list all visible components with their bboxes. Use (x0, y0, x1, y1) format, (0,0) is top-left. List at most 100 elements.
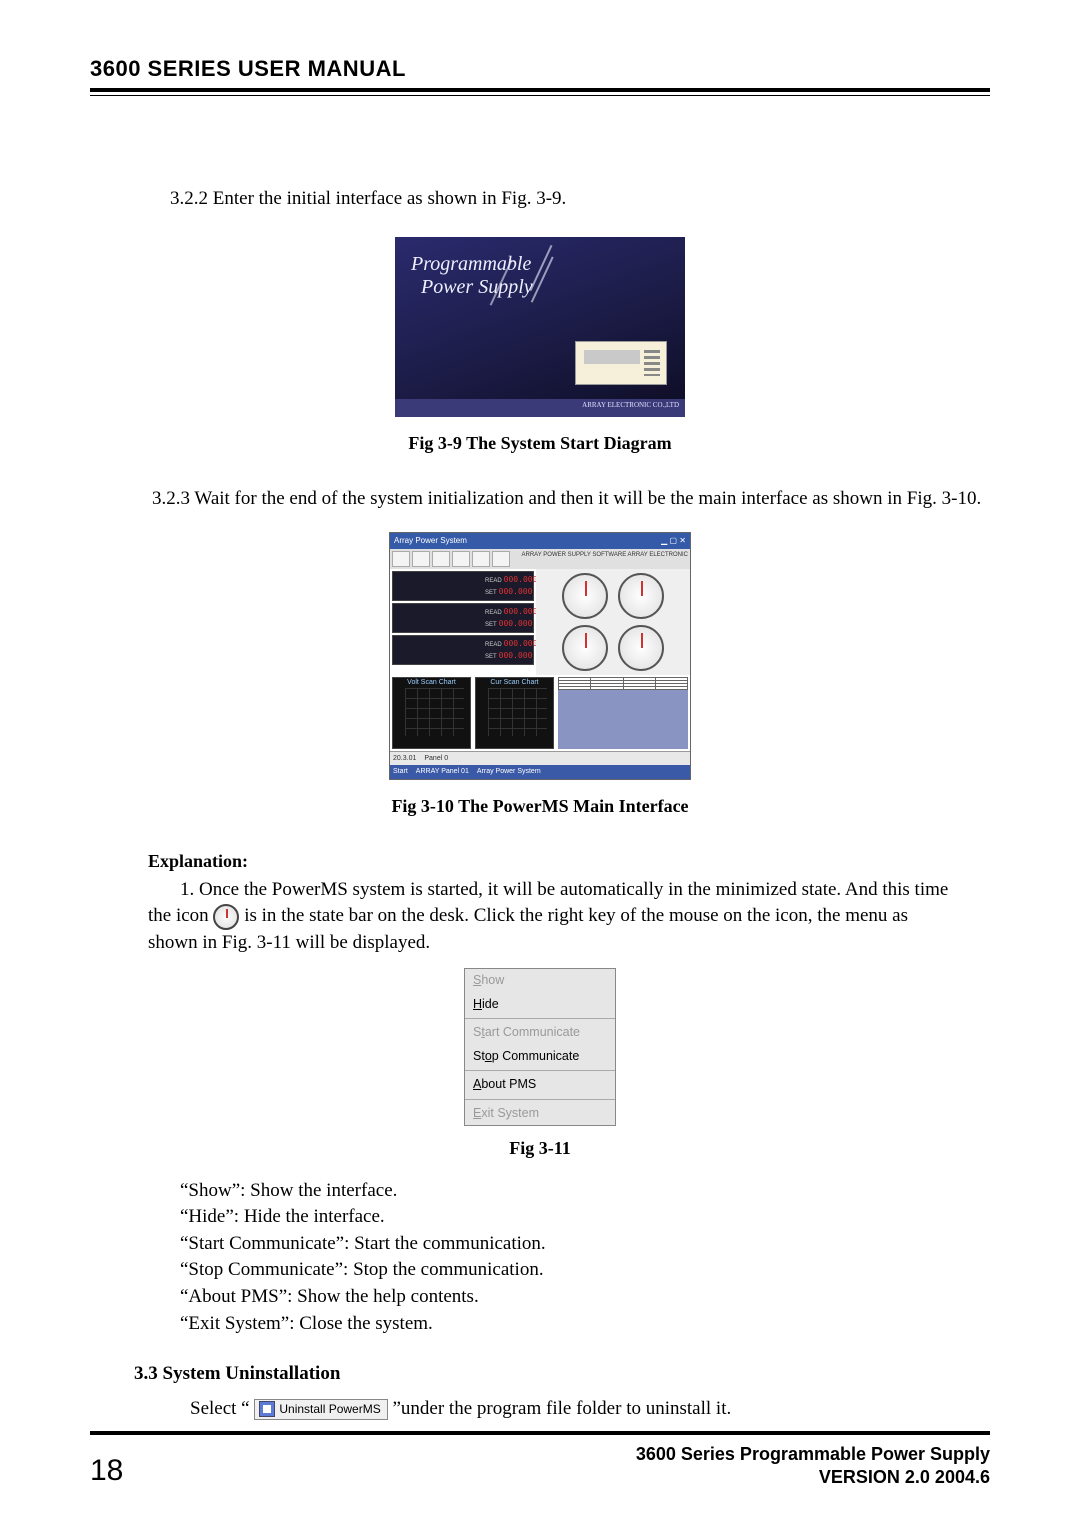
device-graphic (575, 341, 667, 385)
splash-title-line1: Programmable (411, 253, 531, 275)
fig310-side-table (558, 677, 688, 749)
menu-separator (465, 1070, 615, 1071)
body: 3.2.2 Enter the initial interface as sho… (90, 96, 990, 1422)
toolbar-button[interactable] (452, 551, 470, 567)
toolbar-button[interactable] (432, 551, 450, 567)
gauge-icon (618, 625, 664, 671)
label: art Communicate (485, 1025, 580, 1039)
uninstall-label: Uninstall PowerMS (279, 1401, 380, 1418)
status-segment: Panel 0 (424, 754, 448, 764)
figure-3-10-window: Array Power System ▁ ▢ ✕ ARRAY POWER SUP… (389, 532, 691, 780)
menu-item-about-pms[interactable]: About PMS (465, 1073, 615, 1097)
footer-product-line: 3600 Series Programmable Power Supply (636, 1443, 990, 1466)
readout-value: 000.000 (499, 587, 533, 596)
gauge-icon (618, 573, 664, 619)
label: St (473, 1049, 485, 1063)
fig310-left-readouts: READ000.000 SET000.000 READ000.000 SET00… (390, 569, 536, 675)
uninstall-powerms-item[interactable]: Uninstall PowerMS (254, 1399, 387, 1420)
menu-item-hide[interactable]: Hide (465, 993, 615, 1017)
fig310-window-title: Array Power System (394, 535, 467, 546)
footer: 18 3600 Series Programmable Power Supply… (90, 1428, 990, 1488)
explanation-line-1a: 1. Once the PowerMS system is started, i… (90, 877, 990, 904)
para-3-2-2: 3.2.2 Enter the initial interface as sho… (90, 186, 990, 213)
para-3-2-3: 3.2.3 Wait for the end of the system ini… (90, 486, 990, 513)
text: ”under the program file folder to uninst… (392, 1398, 731, 1419)
figure-3-9-caption: Fig 3-9 The System Start Diagram (90, 431, 990, 456)
menu-item-stop-communicate[interactable]: Stop Communicate (465, 1045, 615, 1069)
page-number: 18 (90, 1454, 123, 1488)
tray-gauge-icon (213, 904, 239, 930)
figure-3-11-caption: Fig 3-11 (90, 1136, 990, 1161)
menu-separator (465, 1018, 615, 1019)
figure-3-10-caption: Fig 3-10 The PowerMS Main Interface (90, 794, 990, 819)
toolbar-button[interactable] (392, 551, 410, 567)
page: 3600 SERIES USER MANUAL 3.2.2 Enter the … (0, 0, 1080, 1528)
doc-header-title: 3600 SERIES USER MANUAL (90, 56, 990, 82)
menu-item-start-communicate[interactable]: Start Communicate (465, 1021, 615, 1045)
section-3-3-body: Select “ Uninstall PowerMS ”under the pr… (90, 1396, 990, 1423)
splash-title-line2: Power Supply (421, 276, 533, 298)
label: p Communicate (492, 1049, 580, 1063)
section-3-3-heading: 3.3 System Uninstallation (134, 1361, 990, 1388)
readout-value: 000.000 (499, 619, 533, 628)
menu-definition: “Show”: Show the interface. (90, 1178, 990, 1205)
figure-3-9-splash: Programmable Power Supply ARRAY ELECTRON… (395, 237, 685, 417)
readout-value: 000.000 (504, 639, 538, 648)
hotkey: H (473, 997, 482, 1011)
readout-value: 000.000 (499, 651, 533, 660)
menu-item-exit-system[interactable]: Exit System (465, 1102, 615, 1126)
label: bout PMS (481, 1077, 536, 1091)
readout-set-label: SET (485, 590, 497, 596)
fig310-right-header: ARRAY POWER SUPPLY SOFTWARE ARRAY ELECTR… (522, 551, 688, 567)
fig310-statusbar: 20.3.01 Panel 0 (390, 751, 690, 766)
explanation-line-1c: shown in Fig. 3-11 will be displayed. (90, 930, 990, 957)
fig310-taskbar: Start ARRAY Panel 01 Array Power System (390, 765, 690, 779)
readout-set-label: SET (485, 622, 497, 628)
menu-definition: “Stop Communicate”: Stop the communicati… (90, 1257, 990, 1284)
hotkey: o (485, 1049, 492, 1063)
explanation-line-1b: the icon is in the state bar on the desk… (90, 903, 990, 930)
label: xit System (481, 1106, 539, 1120)
taskbar-item[interactable]: Array Power System (477, 767, 541, 777)
splash-title: Programmable Power Supply (411, 253, 533, 299)
toolbar-button[interactable] (492, 551, 510, 567)
footer-rule-thick (90, 1432, 990, 1435)
toolbar-button[interactable] (472, 551, 490, 567)
figure-3-11-context-menu: Show Hide Start Communicate Stop Communi… (464, 968, 616, 1126)
cur-scan-chart: Cur Scan Chart (475, 677, 554, 749)
fig310-titlebar: Array Power System ▁ ▢ ✕ (390, 533, 690, 548)
header-rule-thick (90, 88, 990, 92)
chart-title: Volt Scan Chart (407, 679, 456, 686)
taskbar-item[interactable]: ARRAY Panel 01 (416, 767, 469, 777)
menu-item-show[interactable]: Show (465, 969, 615, 993)
label: how (481, 973, 504, 987)
fig310-right-dials (536, 569, 690, 675)
menu-definition: “Exit System”: Close the system. (90, 1311, 990, 1338)
chart-title: Cur Scan Chart (490, 679, 538, 686)
text: the icon (148, 905, 213, 926)
uninstall-icon (259, 1401, 275, 1417)
status-segment: 20.3.01 (393, 754, 416, 764)
gauge-icon (562, 625, 608, 671)
menu-definition: “Start Communicate”: Start the communica… (90, 1231, 990, 1258)
fig310-toolbar: ARRAY POWER SUPPLY SOFTWARE ARRAY ELECTR… (390, 549, 690, 569)
text: Select “ (190, 1398, 254, 1419)
taskbar-start[interactable]: Start (393, 767, 408, 777)
readout-value: 000.000 (504, 575, 538, 584)
volt-scan-chart: Volt Scan Chart (392, 677, 471, 749)
readout-read-label: READ (485, 642, 502, 648)
menu-definition: “Hide”: Hide the interface. (90, 1204, 990, 1231)
menu-definition: “About PMS”: Show the help contents. (90, 1284, 990, 1311)
gauge-icon (562, 573, 608, 619)
window-controls-icon: ▁ ▢ ✕ (661, 535, 686, 546)
menu-separator (465, 1099, 615, 1100)
text: is in the state bar on the desk. Click t… (244, 905, 908, 926)
splash-brandbar: ARRAY ELECTRONIC CO.,LTD (395, 399, 685, 417)
label: ide (482, 997, 499, 1011)
explanation-heading: Explanation: (148, 849, 990, 874)
toolbar-button[interactable] (412, 551, 430, 567)
footer-version-line: VERSION 2.0 2004.6 (636, 1466, 990, 1489)
readout-read-label: READ (485, 610, 502, 616)
readout-set-label: SET (485, 654, 497, 660)
readout-read-label: READ (485, 578, 502, 584)
